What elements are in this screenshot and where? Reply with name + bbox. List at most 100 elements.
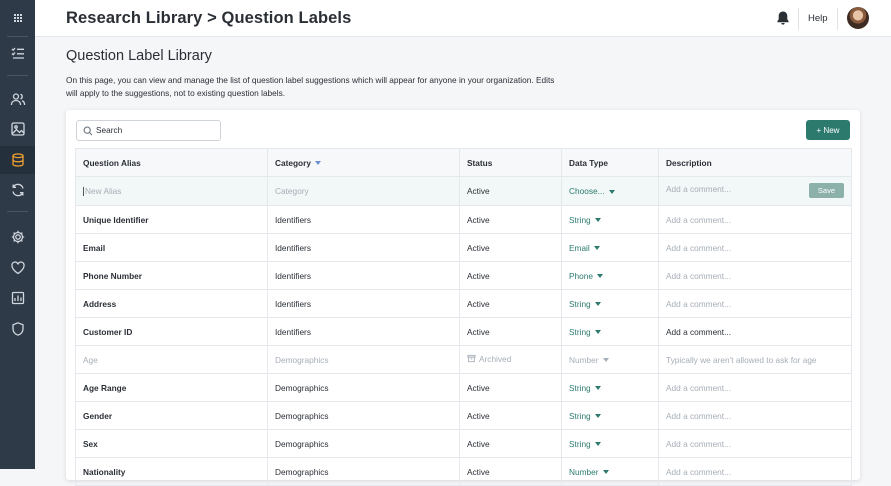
description-value[interactable]: Add a comment... [666,243,731,253]
sort-caret-icon[interactable] [314,161,321,166]
alias-cell[interactable]: Nationality [75,457,268,486]
description-cell[interactable]: Add a comment... [658,429,852,458]
description-cell[interactable]: Add a comment... [658,457,852,486]
description-value[interactable]: Add a comment... [666,411,731,421]
data-type-cell[interactable]: String [561,373,659,402]
header-status[interactable]: Status [459,148,562,177]
alias-cell[interactable]: Sex [75,429,268,458]
data-type-cell[interactable]: String [561,429,659,458]
data-type-cell[interactable]: Email [561,233,659,262]
new-button[interactable]: + New [806,120,850,140]
data-type-dropdown[interactable]: Choose... [569,186,615,196]
table-row[interactable]: Email Identifiers Active Email Add a comment… [75,233,852,262]
description-cell[interactable]: Add a comment... [658,289,852,318]
shield-icon[interactable] [0,315,35,343]
description-cell[interactable]: Add a comment... [658,261,852,290]
new-alias-cell[interactable]: New Alias [75,176,268,206]
header-data-type[interactable]: Data Type [561,148,659,177]
checklist-icon[interactable] [0,39,35,67]
description-cell[interactable]: Add a comment... [658,373,852,402]
description-cell[interactable]: Typically we aren't allowed to ask for a… [658,345,852,374]
table-row[interactable]: Address Identifiers Active String Add a comm… [75,289,852,318]
alias-cell[interactable]: Age Range [75,373,268,402]
image-icon[interactable] [0,115,35,143]
data-type-cell[interactable]: String [561,401,659,430]
description-value[interactable]: Add a comment... [666,439,731,449]
alias-cell[interactable]: Age [75,345,268,374]
data-type-cell[interactable]: String [561,289,659,318]
new-comment-input[interactable]: Add a comment... [666,184,731,194]
database-icon[interactable] [0,146,35,174]
category-cell[interactable]: Demographics [267,373,460,402]
new-alias-input[interactable]: New Alias [85,186,121,196]
description-value[interactable]: Add a comment... [666,271,731,281]
alias-cell[interactable]: Customer ID [75,317,268,346]
table-row[interactable]: Customer ID Identifiers Active String Add a … [75,317,852,346]
description-value[interactable]: Add a comment... [666,299,731,309]
category-cell[interactable]: Demographics [267,457,460,486]
alias-cell[interactable]: Address [75,289,268,318]
apps-grid-icon[interactable] [0,4,35,32]
data-type-cell[interactable]: Phone [561,261,659,290]
description-value[interactable]: Add a comment... [666,467,731,477]
table-row[interactable]: Phone Number Identifiers Active Phone Add a … [75,261,852,290]
data-type-dropdown[interactable]: Number [569,355,609,365]
gear-icon[interactable] [0,223,35,251]
header-question-alias[interactable]: Question Alias [75,148,268,177]
data-type-cell[interactable]: String [561,317,659,346]
description-cell[interactable]: Add a comment... [658,317,852,346]
header-category[interactable]: Category [267,148,460,177]
bell-icon[interactable] [775,10,791,26]
save-button[interactable]: Save [808,183,844,198]
description-value[interactable]: Add a comment... [666,215,731,225]
category-cell[interactable]: Identifiers [267,317,460,346]
data-type-dropdown[interactable]: String [569,439,601,449]
users-icon[interactable] [0,85,35,113]
search-field[interactable] [76,120,221,141]
category-cell[interactable]: Identifiers [267,233,460,262]
table-row[interactable]: Age Range Demographics Active String Add a c… [75,373,852,402]
category-cell[interactable]: Demographics [267,345,460,374]
sync-icon[interactable] [0,176,35,204]
description-cell[interactable]: Add a comment... [658,233,852,262]
category-cell[interactable]: Identifiers [267,205,460,234]
help-link[interactable]: Help [808,13,828,24]
description-value[interactable]: Add a comment... [666,383,731,393]
description-cell[interactable]: Add a comment... [658,205,852,234]
header-description[interactable]: Description [658,148,852,177]
data-type-dropdown[interactable]: Number [569,467,609,477]
category-cell[interactable]: Demographics [267,401,460,430]
alias-cell[interactable]: Unique Identifier [75,205,268,234]
data-type-cell[interactable]: Number [561,457,659,486]
new-category-cell[interactable]: Category [267,176,460,206]
search-input[interactable] [96,123,214,137]
category-cell[interactable]: Demographics [267,429,460,458]
table-row[interactable]: Unique Identifier Identifiers Active String… [75,205,852,234]
table-row[interactable]: Sex Demographics Active String Add a comment… [75,429,852,458]
data-type-dropdown[interactable]: String [569,327,601,337]
chart-icon[interactable] [0,284,35,312]
description-value[interactable]: Add a comment... [666,327,731,337]
heart-icon[interactable] [0,254,35,282]
data-type-dropdown[interactable]: String [569,411,601,421]
data-type-dropdown[interactable]: Email [569,243,600,253]
data-type-dropdown[interactable]: String [569,383,601,393]
alias-cell[interactable]: Gender [75,401,268,430]
data-type-dropdown[interactable]: String [569,215,601,225]
new-category-input[interactable]: Category [275,186,309,196]
table-row[interactable]: Nationality Demographics Active Number Add a… [75,457,852,486]
table-row[interactable]: Age Demographics Archived Number Typically w… [75,345,852,374]
avatar[interactable] [847,7,869,29]
description-cell[interactable]: Add a comment... [658,401,852,430]
category-cell[interactable]: Identifiers [267,289,460,318]
data-type-dropdown[interactable]: String [569,299,601,309]
table-row[interactable]: Gender Demographics Active String Add a comm… [75,401,852,430]
data-type-cell[interactable]: Number [561,345,659,374]
alias-cell[interactable]: Email [75,233,268,262]
category-cell[interactable]: Identifiers [267,261,460,290]
new-data-type-cell[interactable]: Choose... [561,176,659,206]
description-value[interactable]: Typically we aren't allowed to ask for a… [666,355,817,365]
data-type-dropdown[interactable]: Phone [569,271,603,281]
new-description-cell[interactable]: Add a comment... Save [658,176,852,206]
alias-cell[interactable]: Phone Number [75,261,268,290]
